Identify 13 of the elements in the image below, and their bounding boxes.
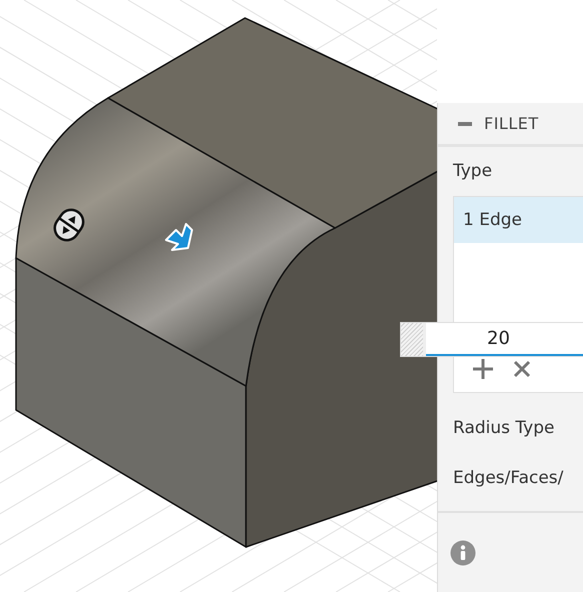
field-label: Type [453, 161, 494, 181]
field-label: Radius Type [453, 418, 556, 438]
flip-direction-icon[interactable] [54, 208, 84, 242]
field-label: Edges/Faces/ [453, 468, 564, 488]
collapse-icon[interactable] [458, 122, 472, 126]
radius-input-popup[interactable]: 20 [400, 322, 583, 357]
add-icon[interactable] [472, 358, 494, 380]
info-icon[interactable] [450, 540, 476, 566]
close-icon[interactable] [513, 360, 531, 378]
drag-grip-icon[interactable] [401, 323, 426, 356]
drag-arrow-icon[interactable] [165, 223, 193, 251]
selection-item[interactable]: 1 Edge [454, 197, 583, 243]
panel-title: FILLET [484, 114, 539, 133]
